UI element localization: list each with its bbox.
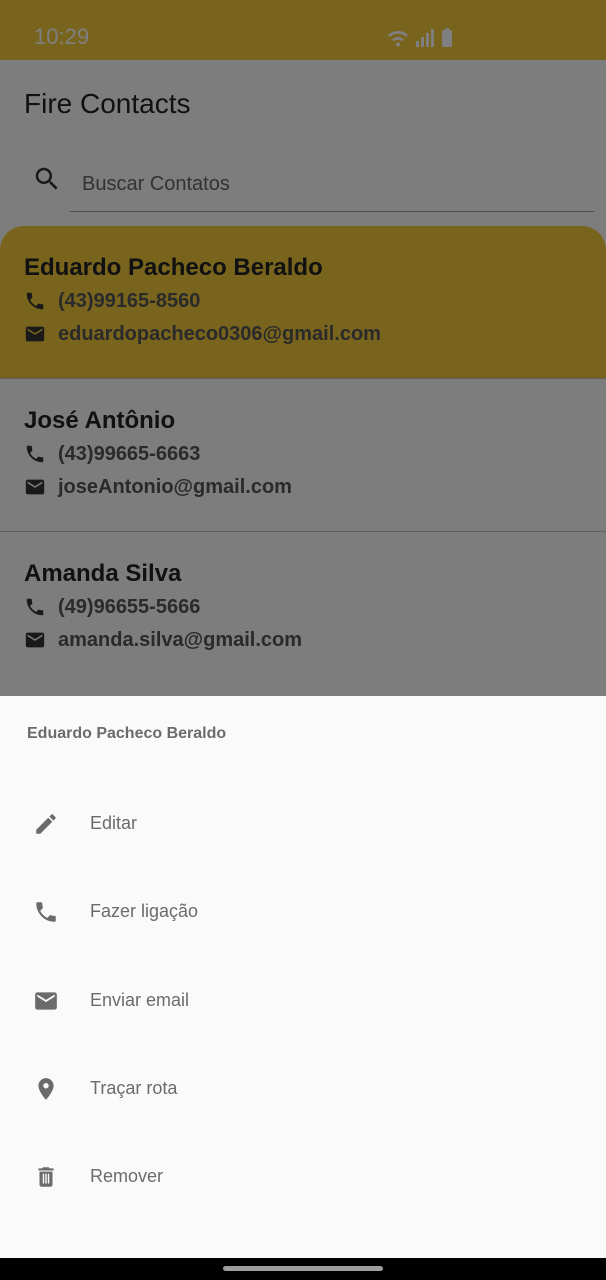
system-nav-bar	[0, 1258, 606, 1280]
email-action-label: Enviar email	[90, 990, 190, 1010]
email-icon	[35, 992, 57, 1010]
call-action[interactable]: Fazer ligação	[0, 872, 606, 952]
pencil-icon	[36, 814, 56, 834]
contact-actions-sheet: Eduardo Pacheco Beraldo Editar Fazer lig…	[0, 696, 606, 1258]
call-action-label: Fazer ligação	[90, 901, 199, 921]
edit-action-label: Editar	[90, 813, 138, 833]
remove-action-label: Remover	[90, 1166, 164, 1186]
remove-action[interactable]: Remover	[0, 1137, 606, 1217]
sheet-title: Eduardo Pacheco Beraldo	[27, 725, 227, 742]
modal-scrim[interactable]	[0, 0, 606, 696]
home-gesture-handle[interactable]	[223, 1266, 383, 1271]
screen: 10:29 Fire Contacts	[0, 0, 606, 1280]
edit-action[interactable]: Editar	[0, 784, 606, 864]
trash-icon	[38, 1167, 54, 1187]
email-action[interactable]: Enviar email	[0, 961, 606, 1041]
phone-icon	[36, 902, 56, 922]
map-pin-icon	[38, 1078, 54, 1100]
route-action[interactable]: Traçar rota	[0, 1049, 606, 1129]
route-action-label: Traçar rota	[90, 1078, 178, 1098]
